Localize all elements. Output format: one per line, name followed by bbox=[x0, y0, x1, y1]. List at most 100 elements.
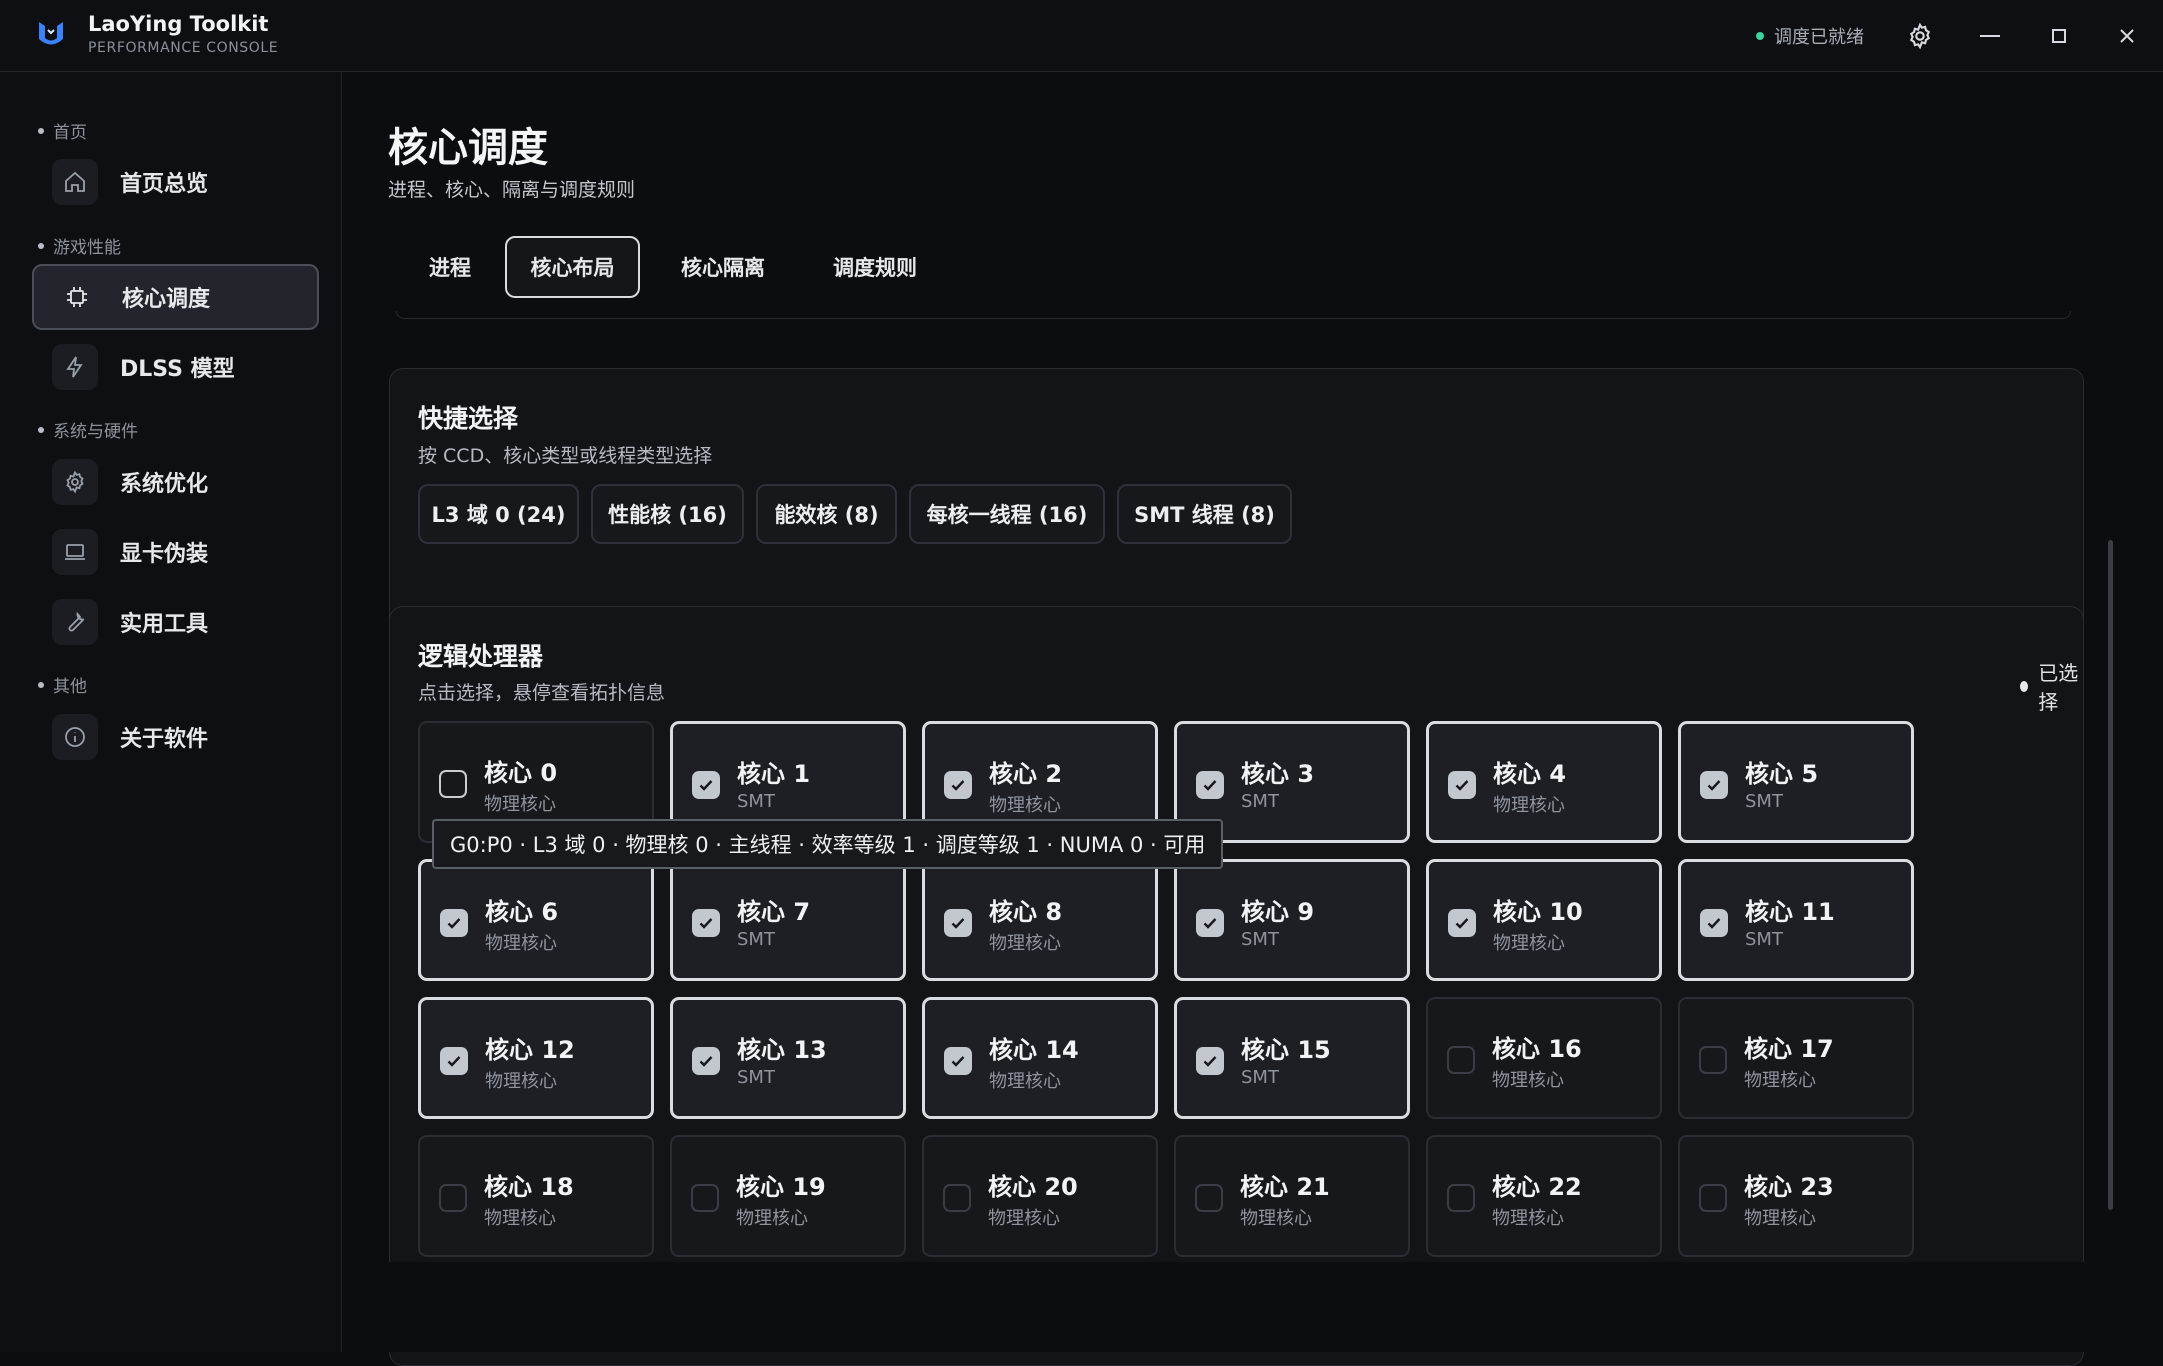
core-type: 物理核心 bbox=[1492, 1208, 1564, 1229]
checkbox-icon[interactable] bbox=[1195, 1184, 1223, 1212]
sidebar-item-core-scheduling[interactable]: 核心调度 bbox=[32, 264, 319, 330]
app-title: LaoYing Toolkit bbox=[88, 12, 269, 36]
core-type: SMT bbox=[1241, 929, 1279, 950]
checkbox-checked-icon[interactable] bbox=[1196, 771, 1224, 799]
sidebar-item-label: 实用工具 bbox=[120, 612, 209, 637]
sidebar-item-gpu-spoof[interactable]: 显卡伪装 bbox=[32, 519, 319, 585]
processors-subtitle: 点击选择，悬停查看拓扑信息 bbox=[418, 682, 666, 704]
gear-icon bbox=[52, 459, 98, 505]
checkbox-checked-icon[interactable] bbox=[944, 771, 972, 799]
title-bar: LaoYing Toolkit PERFORMANCE CONSOLE 调度已就… bbox=[0, 0, 2163, 72]
core-type: SMT bbox=[737, 1067, 775, 1088]
quick-select-title: 快捷选择 bbox=[418, 404, 519, 433]
core-card[interactable]: 核心 12 物理核心 bbox=[418, 997, 654, 1119]
sidebar-group-home: 首页 bbox=[38, 118, 87, 143]
checkbox-checked-icon[interactable] bbox=[692, 909, 720, 937]
checkbox-checked-icon[interactable] bbox=[1448, 771, 1476, 799]
minimize-button[interactable] bbox=[1970, 16, 2010, 56]
core-card[interactable]: 核心 21 物理核心 bbox=[1174, 1135, 1410, 1257]
checkbox-checked-icon[interactable] bbox=[944, 1047, 972, 1075]
core-card[interactable]: 核心 20 物理核心 bbox=[922, 1135, 1158, 1257]
core-card[interactable]: 核心 19 物理核心 bbox=[670, 1135, 906, 1257]
checkbox-icon[interactable] bbox=[1447, 1184, 1475, 1212]
processors-title: 逻辑处理器 bbox=[418, 642, 544, 671]
checkbox-checked-icon[interactable] bbox=[1700, 771, 1728, 799]
tab-core-isolation[interactable]: 核心隔离 bbox=[653, 236, 793, 298]
home-icon bbox=[52, 159, 98, 205]
core-card[interactable]: 核心 23 物理核心 bbox=[1678, 1135, 1914, 1257]
sidebar: 首页 首页总览 游戏性能 核心调度 DLSS 模型 系统与硬件 系统优化 显卡伪… bbox=[0, 72, 342, 1352]
chip-icon bbox=[54, 274, 100, 320]
checkbox-checked-icon[interactable] bbox=[692, 1047, 720, 1075]
checkbox-checked-icon[interactable] bbox=[1196, 1047, 1224, 1075]
core-card[interactable]: 核心 8 物理核心 bbox=[922, 859, 1158, 981]
core-name: 核心 5 bbox=[1745, 760, 1819, 788]
checkbox-checked-icon[interactable] bbox=[692, 771, 720, 799]
legend-label: 已选择 bbox=[2038, 661, 2079, 714]
checkbox-icon[interactable] bbox=[1699, 1046, 1727, 1074]
checkbox-icon[interactable] bbox=[439, 1184, 467, 1212]
checkbox-icon[interactable] bbox=[691, 1184, 719, 1212]
sidebar-item-label: 系统优化 bbox=[120, 472, 209, 497]
chip-efficiency-cores[interactable]: 能效核 (8) bbox=[756, 484, 897, 544]
core-name: 核心 11 bbox=[1745, 898, 1835, 926]
core-card[interactable]: 核心 15 SMT bbox=[1174, 997, 1410, 1119]
wrench-icon bbox=[52, 599, 98, 645]
checkbox-icon[interactable] bbox=[439, 770, 467, 798]
core-card[interactable]: 核心 11 SMT bbox=[1678, 859, 1914, 981]
core-card[interactable]: 核心 13 SMT bbox=[670, 997, 906, 1119]
checkbox-checked-icon[interactable] bbox=[1448, 909, 1476, 937]
settings-button[interactable] bbox=[1900, 16, 1940, 56]
core-name: 核心 21 bbox=[1240, 1173, 1330, 1201]
core-card[interactable]: 核心 7 SMT bbox=[670, 859, 906, 981]
tab-core-layout[interactable]: 核心布局 bbox=[505, 236, 640, 298]
scrollbar-thumb[interactable] bbox=[2108, 540, 2113, 1210]
chip-l3-domain-0[interactable]: L3 域 0 (24) bbox=[418, 484, 579, 544]
core-card[interactable]: 核心 16 物理核心 bbox=[1426, 997, 1662, 1119]
checkbox-icon[interactable] bbox=[943, 1184, 971, 1212]
tab-processes[interactable]: 进程 bbox=[395, 236, 505, 298]
checkbox-checked-icon[interactable] bbox=[440, 909, 468, 937]
core-type: SMT bbox=[737, 791, 775, 812]
checkbox-checked-icon[interactable] bbox=[1196, 909, 1224, 937]
core-name: 核心 8 bbox=[989, 898, 1063, 926]
close-button[interactable] bbox=[2107, 16, 2147, 56]
core-card[interactable]: 核心 22 物理核心 bbox=[1426, 1135, 1662, 1257]
chip-smt-threads[interactable]: SMT 线程 (8) bbox=[1117, 484, 1292, 544]
core-name: 核心 16 bbox=[1492, 1035, 1582, 1063]
sidebar-group-gaming: 游戏性能 bbox=[38, 233, 121, 258]
checkbox-checked-icon[interactable] bbox=[1700, 909, 1728, 937]
core-name: 核心 23 bbox=[1744, 1173, 1834, 1201]
core-card[interactable]: 核心 4 物理核心 bbox=[1426, 721, 1662, 843]
core-card[interactable]: 核心 18 物理核心 bbox=[418, 1135, 654, 1257]
core-card[interactable]: 核心 6 物理核心 bbox=[418, 859, 654, 981]
core-type: 物理核心 bbox=[1240, 1208, 1312, 1229]
core-type: 物理核心 bbox=[1493, 795, 1565, 816]
tab-scheduling-rules[interactable]: 调度规则 bbox=[805, 236, 945, 298]
core-card[interactable]: 核心 14 物理核心 bbox=[922, 997, 1158, 1119]
app-subtitle: PERFORMANCE CONSOLE bbox=[88, 40, 279, 56]
sidebar-item-overview[interactable]: 首页总览 bbox=[32, 149, 319, 215]
chip-performance-cores[interactable]: 性能核 (16) bbox=[591, 484, 744, 544]
core-card[interactable]: 核心 17 物理核心 bbox=[1678, 997, 1914, 1119]
maximize-button[interactable] bbox=[2039, 16, 2079, 56]
core-card[interactable]: 核心 9 SMT bbox=[1174, 859, 1410, 981]
page-title: 核心调度 bbox=[388, 125, 548, 171]
core-type: 物理核心 bbox=[989, 1071, 1061, 1092]
checkbox-checked-icon[interactable] bbox=[944, 909, 972, 937]
core-card[interactable]: 核心 10 物理核心 bbox=[1426, 859, 1662, 981]
chip-one-thread-per-core[interactable]: 每核一线程 (16) bbox=[909, 484, 1105, 544]
core-card[interactable]: 核心 5 SMT bbox=[1678, 721, 1914, 843]
checkbox-checked-icon[interactable] bbox=[440, 1047, 468, 1075]
sidebar-item-system-optimization[interactable]: 系统优化 bbox=[32, 449, 319, 515]
sidebar-item-label: 关于软件 bbox=[120, 727, 209, 752]
sidebar-group-system: 系统与硬件 bbox=[38, 417, 138, 442]
checkbox-icon[interactable] bbox=[1699, 1184, 1727, 1212]
content-bottom-mask bbox=[343, 1262, 2163, 1352]
sidebar-item-dlss[interactable]: DLSS 模型 bbox=[32, 334, 319, 400]
checkbox-icon[interactable] bbox=[1447, 1046, 1475, 1074]
sidebar-item-about[interactable]: 关于软件 bbox=[32, 704, 319, 770]
sidebar-item-label: 首页总览 bbox=[120, 172, 209, 197]
sidebar-item-utilities[interactable]: 实用工具 bbox=[32, 589, 319, 655]
core-type: SMT bbox=[1745, 791, 1783, 812]
